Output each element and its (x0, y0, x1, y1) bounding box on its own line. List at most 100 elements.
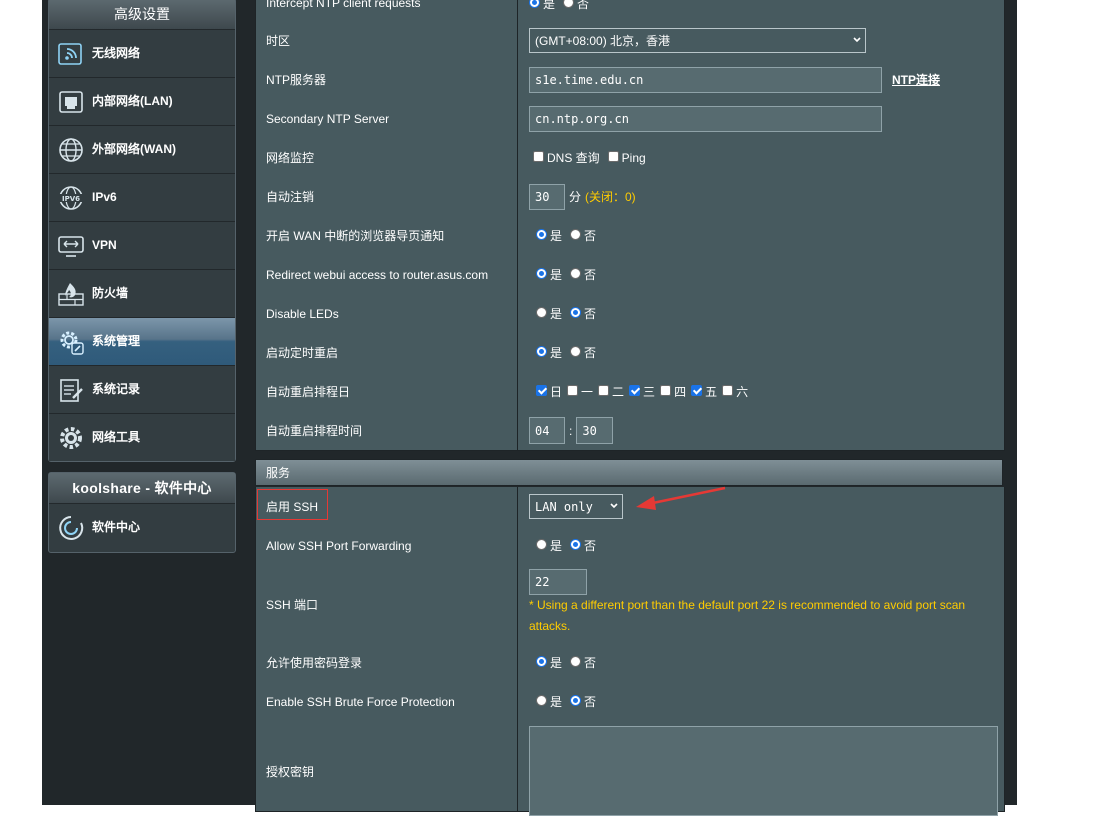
disable-leds-no-radio[interactable] (570, 307, 582, 318)
row-label: 网络监控 (256, 138, 518, 177)
sidebar-item-vpn[interactable]: VPN (49, 222, 235, 270)
day-mon-checkbox[interactable] (567, 385, 579, 396)
radio-label: 否 (584, 229, 597, 243)
reboot-minute-input[interactable]: 30 (576, 417, 614, 444)
brute-force-yes-radio[interactable] (536, 695, 547, 706)
ping-checkbox[interactable] (607, 151, 619, 162)
advanced-settings-menu: 高级设置 无线网络 内部网络(LAN) 外部网络(WAN) IPV6 IPv6 … (48, 0, 236, 462)
day-wed-checkbox[interactable] (629, 385, 641, 396)
day-sat-checkbox[interactable] (722, 385, 734, 396)
row-label: 允许使用密码登录 (256, 643, 518, 682)
checkbox-label: 一 (581, 385, 594, 399)
ntp-server-input[interactable]: s1e.time.edu.cn (529, 66, 882, 93)
ssh-forwarding-yes-radio[interactable] (536, 539, 547, 550)
sidebar-item-wireless[interactable]: 无线网络 (49, 30, 235, 78)
row-label: Secondary NTP Server (256, 99, 518, 138)
enable-ssh-value: LAN only (535, 499, 593, 514)
advanced-settings-title: 高级设置 (49, 0, 235, 30)
row-secondary-ntp: Secondary NTP Server cn.ntp.org.cn (255, 99, 1005, 139)
row-intercept-ntp: Intercept NTP client requests 是 否 (255, 0, 1005, 23)
radio-label: 否 (584, 346, 597, 360)
password-login-yes-radio[interactable] (536, 656, 547, 667)
auto-logout-hint: (关闭：0) (585, 190, 636, 204)
tools-gear-icon (60, 427, 82, 449)
sidebar-item-software-center[interactable]: 软件中心 (49, 504, 235, 551)
checkbox-label: 二 (612, 385, 625, 399)
day-tue-checkbox[interactable] (598, 385, 610, 396)
ssh-port-input[interactable]: 22 (529, 569, 587, 595)
row-network-monitor: 网络监控 DNS 查询 Ping (255, 138, 1005, 178)
ntp-link[interactable]: NTP连接 (892, 71, 940, 88)
row-redirect-webui: Redirect webui access to router.asus.com… (255, 255, 1005, 295)
redirect-webui-yes-radio[interactable] (536, 268, 547, 279)
wan-redirect-yes-radio[interactable] (536, 229, 547, 240)
sidebar-item-label: 软件中心 (92, 520, 141, 534)
disable-leds-yes-radio[interactable] (536, 307, 547, 318)
checkbox-label: 五 (705, 385, 718, 399)
chevron-down-icon (853, 37, 861, 43)
row-ntp-server: NTP服务器 s1e.time.edu.cn NTP连接 (255, 60, 1005, 100)
globe-icon (59, 138, 83, 162)
row-label: NTP服务器 (256, 60, 518, 99)
sidebar-item-lan[interactable]: 内部网络(LAN) (49, 78, 235, 126)
sidebar-item-firewall[interactable]: 防火墙 (49, 270, 235, 318)
auto-logout-input[interactable]: 30 (529, 183, 565, 210)
timezone-select[interactable]: (GMT+08:00) 北京，香港 (529, 28, 866, 53)
annotation-arrow-icon (636, 486, 726, 510)
checkbox-label: 三 (643, 385, 656, 399)
wan-redirect-no-radio[interactable] (570, 229, 582, 240)
row-timezone: 时区 (GMT+08:00) 北京，香港 (255, 21, 1005, 61)
row-password-login: 允许使用密码登录 是 否 (255, 643, 1005, 683)
radio-label: 是 (550, 539, 563, 553)
checkbox-label: DNS 查询 (547, 151, 600, 165)
row-wan-redirect: 开启 WAN 中断的浏览器导页通知 是 否 (255, 216, 1005, 256)
password-login-no-radio[interactable] (570, 656, 582, 667)
row-label: 时区 (256, 21, 518, 60)
checkbox-label: Ping (621, 150, 646, 165)
scheduled-reboot-yes-radio[interactable] (536, 346, 547, 357)
page: 高级设置 无线网络 内部网络(LAN) 外部网络(WAN) IPV6 IPv6 … (0, 0, 1094, 816)
radio-label: 否 (584, 695, 597, 709)
brute-force-no-radio[interactable] (570, 695, 582, 706)
svg-text:IPV6: IPV6 (62, 195, 80, 203)
day-fri-checkbox[interactable] (691, 385, 703, 396)
row-brute-force: Enable SSH Brute Force Protection 是 否 (255, 682, 1005, 722)
day-sun-checkbox[interactable] (536, 385, 547, 396)
sidebar-item-network-tools[interactable]: 网络工具 (49, 414, 235, 461)
admin-gear-icon (60, 331, 84, 355)
dns-query-checkbox[interactable] (533, 151, 544, 162)
reboot-hour-input[interactable]: 04 (529, 417, 565, 444)
sidebar-item-system-log[interactable]: 系统记录 (49, 366, 235, 414)
sidebar-item-ipv6[interactable]: IPV6 IPv6 (49, 174, 235, 222)
row-label: 自动注销 (256, 177, 518, 216)
sidebar-item-label: VPN (92, 238, 117, 252)
radio-label: 否 (584, 307, 597, 321)
radio-label: 否 (584, 539, 597, 553)
sidebar-item-wan[interactable]: 外部网络(WAN) (49, 126, 235, 174)
row-disable-leds: Disable LEDs 是 否 (255, 294, 1005, 334)
sidebar-item-label: 网络工具 (92, 430, 141, 444)
checkbox-label: 日 (550, 385, 563, 399)
intercept-ntp-no-radio[interactable] (563, 0, 575, 8)
vpn-icon (58, 236, 84, 257)
intercept-ntp-yes-radio[interactable] (529, 0, 540, 8)
ssh-port-note: * Using a different port than the defaul… (529, 598, 966, 633)
row-label: 启动定时重启 (256, 333, 518, 372)
day-thu-checkbox[interactable] (660, 385, 672, 396)
radio-label: 否 (577, 0, 590, 11)
sidebar-item-label: 系统管理 (92, 334, 141, 348)
redirect-webui-no-radio[interactable] (570, 268, 582, 279)
sidebar-item-administration[interactable]: 系统管理 (49, 318, 235, 366)
row-label: 自动重启排程日 (256, 372, 518, 411)
radio-label: 是 (550, 268, 563, 282)
ssh-forwarding-no-radio[interactable] (570, 539, 582, 550)
row-label: Redirect webui access to router.asus.com (256, 255, 518, 294)
authorized-keys-textarea[interactable] (529, 726, 998, 816)
row-auto-logout: 自动注销 30 分 (关闭：0) (255, 177, 1005, 217)
radio-label: 是 (550, 307, 563, 321)
enable-ssh-select[interactable]: LAN only (529, 494, 623, 519)
sidebar-item-label: 防火墙 (92, 286, 129, 300)
scheduled-reboot-no-radio[interactable] (570, 346, 582, 357)
secondary-ntp-input[interactable]: cn.ntp.org.cn (529, 105, 882, 132)
sidebar-item-label: 内部网络(LAN) (92, 94, 173, 108)
